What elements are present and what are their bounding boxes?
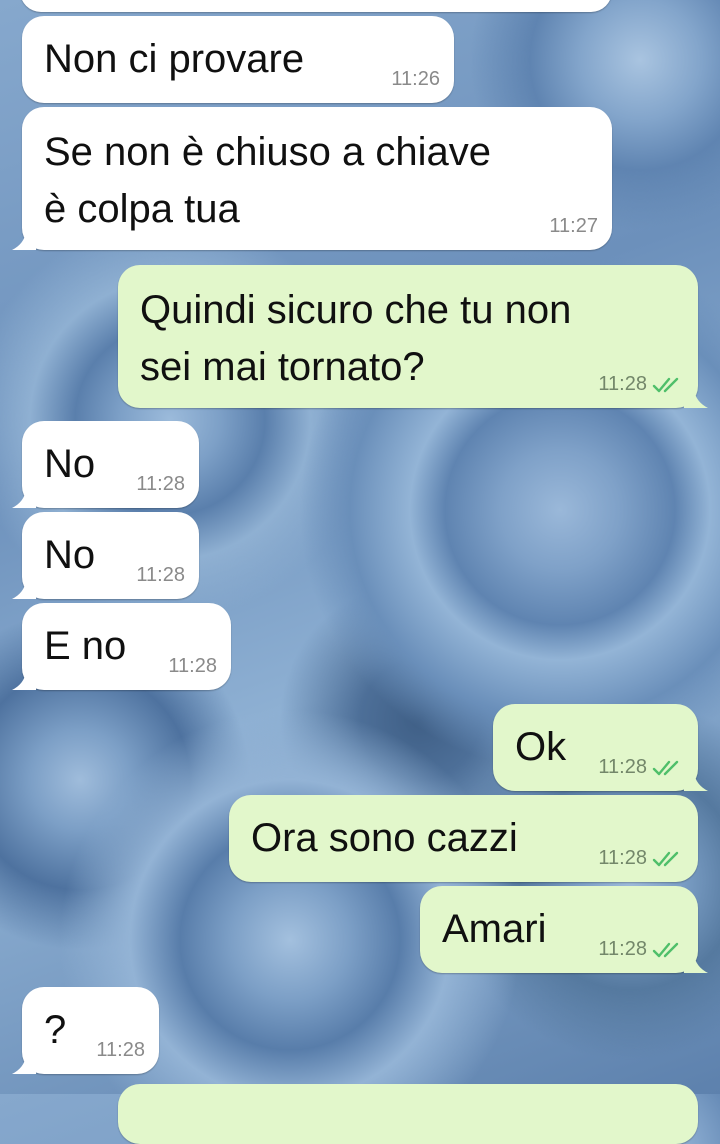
message-time: 11:28 [168,655,217,677]
message-bubble-incoming[interactable]: Se non è chiuso a chiave è colpa tua 11:… [12,107,612,250]
message-meta: 11:28 [598,373,684,396]
message-bubble-incoming[interactable]: No 11:28 [12,512,199,599]
message-meta: 11:28 [168,655,217,678]
bubble-tail [684,390,708,408]
message-text: Quindi sicuro che tu non sei mai tornato… [140,288,572,389]
chat-area[interactable]: Non ci provare 11:26 Se non è chiuso a c… [0,0,720,1144]
bubble-tail [12,581,36,599]
bubble-tail [12,672,36,690]
message-bubble-incoming[interactable]: E no 11:28 [12,603,231,690]
bubble-tail [12,1056,36,1074]
bubble-tail [12,490,36,508]
bubble-tail [12,232,36,250]
message-text: ? [44,1008,67,1052]
message-bubble-outgoing[interactable]: Quindi sicuro che tu non sei mai tornato… [118,265,708,408]
message-meta: 11:26 [391,68,440,91]
message-meta: 11:28 [136,473,185,496]
double-check-icon [652,942,679,957]
bubble-tail [684,773,708,791]
message-time: 11:28 [598,373,647,395]
message-time: 11:26 [391,68,440,90]
double-check-icon [652,760,679,775]
message-text: Ok [515,725,567,769]
message-text: No [44,533,96,577]
double-check-icon [652,851,679,866]
double-check-icon [652,377,679,392]
message-bubble-partial-top[interactable] [20,0,612,12]
message-bubble-outgoing[interactable]: Ora sono cazzi 11:28 [229,795,698,882]
message-meta: 11:28 [598,847,684,870]
message-text: Non ci provare [44,37,305,81]
message-meta: 11:28 [598,756,684,779]
message-text: Amari [442,907,547,951]
message-time: 11:28 [136,473,185,495]
message-text: Se non è chiuso a chiave è colpa tua [44,130,491,231]
message-meta: 11:28 [96,1039,145,1062]
message-time: 11:27 [549,215,598,237]
message-time: 11:28 [598,938,647,960]
message-time: 11:28 [96,1039,145,1061]
message-time: 11:28 [598,756,647,778]
message-bubble-incoming[interactable]: ? 11:28 [12,987,159,1074]
message-bubble-partial-bottom[interactable] [118,1084,698,1144]
message-time: 11:28 [598,847,647,869]
message-text: E no [44,624,127,668]
message-bubble-incoming[interactable]: Non ci provare 11:26 [22,16,454,103]
message-time: 11:28 [136,564,185,586]
message-meta: 11:28 [598,938,684,961]
message-text: No [44,442,96,486]
message-text: Ora sono cazzi [251,816,518,860]
message-bubble-incoming[interactable]: No 11:28 [12,421,199,508]
bubble-tail [684,955,708,973]
message-meta: 11:28 [136,564,185,587]
message-bubble-outgoing[interactable]: Ok 11:28 [493,704,708,791]
message-meta: 11:27 [549,215,598,238]
message-bubble-outgoing[interactable]: Amari 11:28 [420,886,708,973]
